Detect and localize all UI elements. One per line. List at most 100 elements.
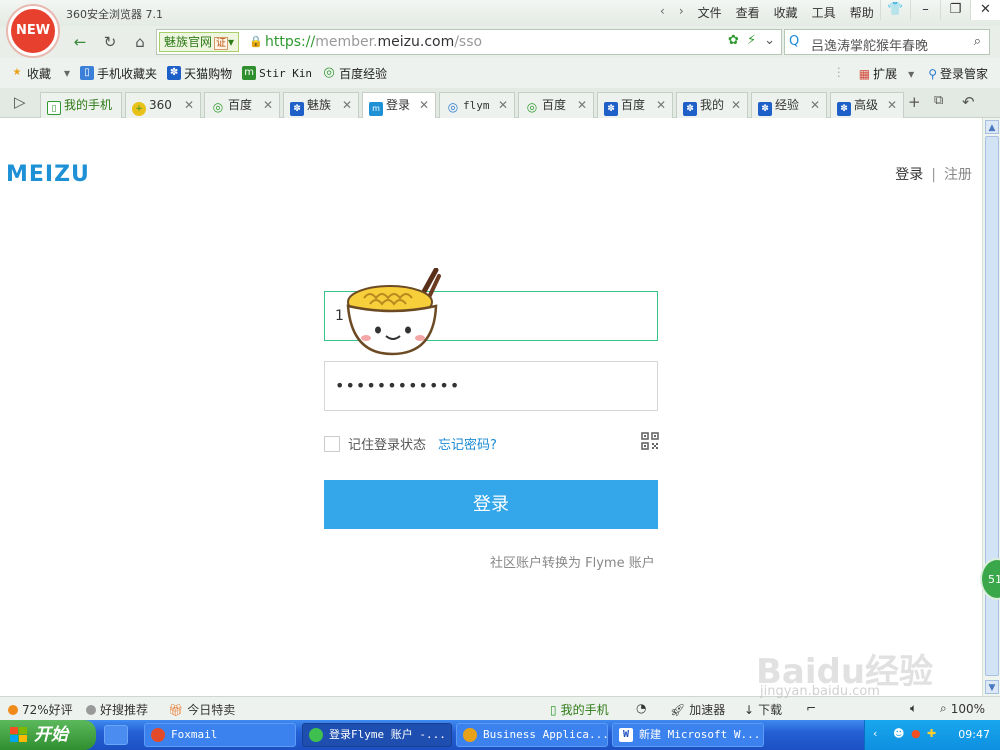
tab-advanced[interactable]: ✽ 高级 ✕ (830, 92, 904, 118)
minimize-button[interactable]: – (910, 0, 940, 20)
start-button[interactable]: 开始 (0, 720, 96, 750)
menu-help[interactable]: 帮助 (850, 4, 874, 21)
tray-user-icon[interactable]: ☻ (893, 727, 904, 740)
login-button[interactable]: 登录 (324, 480, 658, 529)
chevron-down-icon[interactable]: ▾ (64, 66, 70, 80)
task-business[interactable]: Business Applica... (456, 723, 608, 747)
close-tab-icon[interactable]: ✕ (577, 93, 587, 117)
tab-list-icon[interactable]: ⧉ (934, 93, 943, 108)
tab-meizu[interactable]: ✽ 魅族 ✕ (283, 92, 359, 118)
menu-favorites[interactable]: 收藏 (774, 4, 798, 21)
recommend-item[interactable]: 好搜推荐 (86, 701, 148, 718)
close-tab-icon[interactable]: ✕ (498, 93, 508, 117)
close-tab-icon[interactable]: ✕ (419, 93, 429, 117)
close-tab-icon[interactable]: ✕ (810, 93, 820, 117)
extensions-button[interactable]: ▦ 扩展 ▾ (859, 65, 914, 82)
tab-baidu-1[interactable]: ◎ 百度 ✕ (204, 92, 280, 118)
bookmark-label: 手机收藏夹 (97, 66, 158, 81)
login-link[interactable]: 登录 (895, 167, 923, 183)
skin-icon[interactable]: 👕 (880, 0, 910, 20)
refresh-icon[interactable]: ↻ (96, 30, 124, 54)
menu-view[interactable]: 查看 (736, 4, 760, 21)
menu-tools[interactable]: 工具 (812, 4, 836, 21)
network-icon[interactable]: ◔ (636, 701, 646, 715)
site-badge[interactable]: 魅族官网证 ▾ (159, 32, 240, 52)
scroll-up-icon[interactable]: ▲ (985, 120, 999, 134)
recommend-label: 好搜推荐 (100, 703, 149, 717)
search-engine-icon[interactable]: Q (789, 34, 799, 49)
search-box[interactable]: Q 吕逸涛掌舵猴年春晚 ⌕ (784, 29, 990, 55)
undo-close-icon[interactable]: ↶ (962, 93, 975, 111)
tab-my-phone[interactable]: ▯ 我的手机 (40, 92, 122, 118)
tray-arrow-icon[interactable]: ‹ (873, 727, 877, 740)
address-bar[interactable]: 魅族官网证 ▾ 🔒 https://member.meizu.com/sso ✿ … (156, 29, 782, 55)
url-subdomain: member. (315, 34, 378, 50)
meizu-logo[interactable]: MEIZU (6, 162, 90, 187)
tab-baidu-3[interactable]: ✽ 百度 ✕ (597, 92, 673, 118)
vertical-scrollbar[interactable]: ▲ ▼ (982, 118, 1000, 696)
dropdown-icon[interactable]: ⌄ (764, 33, 775, 48)
back-arrow-icon[interactable]: ← (66, 30, 94, 54)
my-phone-item[interactable]: ▯ 我的手机 (550, 701, 609, 718)
close-tab-icon[interactable]: ✕ (656, 93, 666, 117)
close-tab-icon[interactable]: ✕ (887, 93, 897, 117)
chevron-left-icon[interactable]: ‹ (660, 4, 665, 21)
login-manager-button[interactable]: ⚲ 登录管家 (928, 65, 988, 82)
search-input[interactable]: 吕逸涛掌舵猴年春晚 (811, 35, 928, 54)
scroll-down-icon[interactable]: ▼ (985, 680, 999, 694)
sidebar-toggle-icon[interactable]: ▷ (14, 93, 26, 111)
tab-360[interactable]: +360 ✕ (125, 92, 201, 118)
close-button[interactable]: ✕ (970, 0, 1000, 20)
tab-jingyan[interactable]: ✽ 经验 ✕ (751, 92, 827, 118)
new-tab-icon[interactable]: + (908, 93, 921, 111)
paw-icon: ✽ (604, 102, 618, 116)
chevron-down-icon[interactable]: ▾ (908, 67, 914, 81)
bookmark-favorites[interactable]: ★ 收藏 ▾ (10, 65, 71, 82)
extensions-label: 扩展 (873, 67, 898, 81)
url-text[interactable]: https://member.meizu.com/sso (265, 34, 482, 50)
search-icon[interactable]: ⌕ (974, 34, 981, 49)
bookmark-baidu-jingyan[interactable]: ◎ 百度经验 (322, 65, 387, 82)
task-browser[interactable]: 登录Flyme 账户 -... (302, 723, 452, 747)
divider-icon: ⋮ (832, 65, 845, 79)
close-tab-icon[interactable]: ✕ (184, 93, 194, 117)
app-title: 360安全浏览器 7.1 (66, 8, 163, 21)
rating-item[interactable]: 72%好评 (8, 701, 73, 718)
convert-account-link[interactable]: 社区账户转换为 Flyme 账户 (490, 552, 655, 571)
remember-checkbox[interactable] (324, 435, 340, 452)
close-tab-icon[interactable]: ✕ (342, 93, 352, 117)
deals-item[interactable]: 🎁︎ 今日特卖 (168, 701, 235, 718)
quick-launch-icon[interactable] (104, 725, 128, 745)
maximize-button[interactable]: ❐ (940, 0, 970, 20)
tab-flyme[interactable]: ◎ flym ✕ (439, 92, 515, 118)
register-link[interactable]: 注册 (944, 167, 972, 183)
menu-file[interactable]: 文件 (698, 4, 722, 21)
new-badge-logo[interactable]: NEW (8, 6, 58, 56)
accelerator-item[interactable]: 🚀︎ 加速器 (670, 701, 725, 718)
task-word[interactable]: W 新建 Microsoft W... (612, 723, 764, 747)
task-foxmail[interactable]: Foxmail (144, 723, 296, 747)
tab-baidu-2[interactable]: ◎ 百度 ✕ (518, 92, 594, 118)
tray-app-icon[interactable]: ● (911, 727, 921, 740)
tab-login[interactable]: m 登录 ✕ (362, 92, 436, 119)
speed-mode-icon[interactable]: ⚡ (747, 33, 756, 48)
password-input[interactable]: •••••••••••• (324, 361, 658, 411)
volume-icon[interactable]: 🔈︎ (910, 701, 917, 716)
qr-code-icon[interactable] (641, 432, 659, 450)
close-tab-icon[interactable]: ✕ (731, 93, 741, 117)
tray-plus-icon[interactable]: ✚ (927, 727, 936, 740)
bookmark-stir-kin[interactable]: m Stir Kin (242, 66, 312, 80)
bookmark-tmall[interactable]: ✽ 天猫购物 (167, 65, 232, 82)
bookmark-mobile-favorites[interactable]: ▯ 手机收藏夹 (80, 65, 157, 82)
tab-my[interactable]: ✽ 我的 ✕ (676, 92, 748, 118)
screenshot-icon[interactable]: ⌐ (806, 701, 816, 715)
home-icon[interactable]: ⌂ (126, 30, 154, 54)
compat-mode-icon[interactable]: ✿ (728, 33, 739, 48)
zoom-item[interactable]: ⌕ 100% (940, 701, 985, 716)
chevron-right-icon[interactable]: › (679, 4, 684, 21)
close-tab-icon[interactable]: ✕ (263, 93, 273, 117)
forgot-password-link[interactable]: 忘记密码? (438, 434, 497, 453)
address-icons: ✿ ⚡ ⌄ (728, 33, 775, 48)
grid-icon: ▦ (858, 66, 871, 81)
download-item[interactable]: ↓ 下载 (744, 701, 782, 718)
